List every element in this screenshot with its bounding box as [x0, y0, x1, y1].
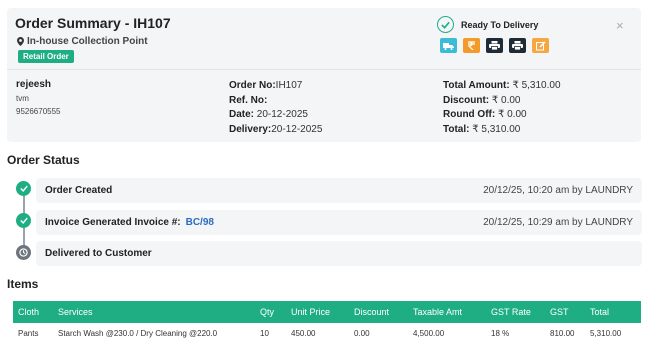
cell-total: 5,310.00: [590, 328, 622, 338]
retail-order-badge: Retail Order: [18, 50, 74, 63]
total-amount-row: Total Amount: ₹ 5,310.00: [443, 79, 561, 94]
close-icon[interactable]: ×: [616, 18, 624, 33]
timeline-step-invoice-generated: Invoice Generated Invoice #: BC/98 20/12/…: [36, 210, 642, 235]
check-circle-icon: [437, 16, 454, 33]
deliver-button[interactable]: [440, 38, 457, 53]
col-total: Total: [590, 307, 610, 317]
col-taxable-amt: Taxable Amt: [413, 307, 463, 317]
timeline-step-delivered: Delivered to Customer: [36, 241, 642, 266]
step-label: Delivered to Customer: [45, 248, 152, 259]
order-no-value: IH107: [275, 80, 303, 91]
order-no-row: Order No:IH107: [229, 79, 322, 94]
col-unit-price: Unit Price: [291, 307, 331, 317]
delivery-status: Ready To Delivery: [437, 16, 538, 33]
step-done-icon: [16, 213, 31, 228]
delivery-label: Delivery:: [229, 123, 272, 135]
print-icon: [489, 41, 500, 50]
step-label: Invoice Generated Invoice #: BC/98: [45, 217, 214, 228]
order-status-heading: Order Status: [7, 153, 80, 167]
cell-qty: 10: [260, 328, 269, 338]
invoice-link[interactable]: BC/98: [186, 217, 214, 228]
customer-info: rejeesh tvm 9526670555: [16, 79, 61, 116]
total-amount-value: ₹ 5,310.00: [512, 80, 561, 91]
items-table: Cloth Services Qty Unit Price Discount T…: [13, 301, 641, 343]
location-pin-icon: [17, 37, 24, 46]
items-heading: Items: [7, 277, 39, 291]
step-label: Order Created: [45, 185, 113, 196]
edit-order-button[interactable]: [532, 38, 549, 53]
ref-no-row: Ref. No:: [229, 94, 322, 109]
cell-gst-rate: 18 %: [491, 328, 510, 338]
date-value: 20-12-2025: [256, 109, 308, 120]
col-gst-rate: GST Rate: [491, 307, 531, 317]
round-off-value: ₹ 0.00: [497, 109, 527, 120]
truck-icon: [443, 42, 454, 50]
col-cloth: Cloth: [18, 307, 40, 317]
customer-phone: 9526670555: [16, 107, 61, 116]
order-summary-panel: Order Summary - IH107 In-house Collectio…: [7, 8, 641, 142]
customer-name: rejeesh: [16, 79, 52, 90]
cell-taxable-amt: 4,500.00: [413, 328, 445, 338]
delivery-status-label: Ready To Delivery: [461, 19, 539, 30]
customer-city: tvm: [16, 94, 29, 103]
total-label: Total:: [443, 123, 470, 135]
col-discount: Discount: [354, 307, 390, 317]
cell-discount: 0.00: [354, 328, 370, 338]
edit-icon: [535, 40, 546, 50]
cell-services: Starch Wash @230.0 / Dry Cleaning @220.0: [58, 328, 218, 338]
print-invoice-button[interactable]: [486, 38, 503, 53]
order-info: Order No:IH107 Ref. No: Date: 20-12-2025…: [229, 79, 322, 137]
cell-cloth: Pants: [18, 328, 39, 338]
print-tag-button[interactable]: [509, 38, 526, 53]
amount-info: Total Amount: ₹ 5,310.00 Discount: ₹ 0.0…: [443, 79, 561, 137]
clock-icon: [16, 245, 31, 260]
delivery-value: 20-12-2025: [271, 123, 323, 135]
ref-no-label: Ref. No:: [229, 94, 268, 106]
table-row: Pants Starch Wash @230.0 / Dry Cleaning …: [13, 323, 641, 343]
items-header-row: Cloth Services Qty Unit Price Discount T…: [13, 301, 641, 323]
col-gst: GST: [550, 307, 569, 317]
discount-value: ₹ 0.00: [491, 94, 521, 106]
round-off-row: Round Off: ₹ 0.00: [443, 108, 561, 123]
collection-point-label: In-house Collection Point: [27, 36, 148, 47]
action-toolbar: [440, 38, 549, 53]
total-row: Total: ₹ 5,310.00: [443, 123, 561, 138]
date-label: Date:: [229, 109, 255, 120]
delivery-row: Delivery:20-12-2025: [229, 123, 322, 138]
collection-point: In-house Collection Point: [17, 36, 148, 47]
rupee-icon: [468, 41, 475, 50]
step-timestamp: 20/12/25, 10:29 am by LAUNDRY: [483, 217, 633, 228]
step-done-icon: [16, 181, 31, 196]
round-off-label: Round Off:: [443, 109, 496, 120]
discount-label: Discount:: [443, 94, 490, 106]
total-amount-label: Total Amount:: [443, 80, 510, 91]
col-qty: Qty: [260, 307, 275, 317]
summary-divider: [7, 69, 641, 70]
discount-row: Discount: ₹ 0.00: [443, 94, 561, 109]
cell-gst: 810.00: [550, 328, 575, 338]
step-timestamp: 20/12/25, 10:20 am by LAUNDRY: [483, 185, 633, 196]
cell-unit-price: 450.00: [291, 328, 316, 338]
col-services: Services: [58, 307, 93, 317]
order-no-label: Order No:: [229, 80, 276, 91]
payment-button[interactable]: [463, 38, 480, 53]
date-row: Date: 20-12-2025: [229, 108, 322, 123]
print-icon: [512, 41, 523, 50]
total-value: ₹ 5,310.00: [472, 123, 521, 135]
timeline-step-order-created: Order Created 20/12/25, 10:20 am by LAUN…: [36, 178, 642, 203]
order-summary-title: Order Summary - IH107: [15, 15, 171, 31]
step-label-text: Invoice Generated Invoice #:: [45, 217, 181, 228]
